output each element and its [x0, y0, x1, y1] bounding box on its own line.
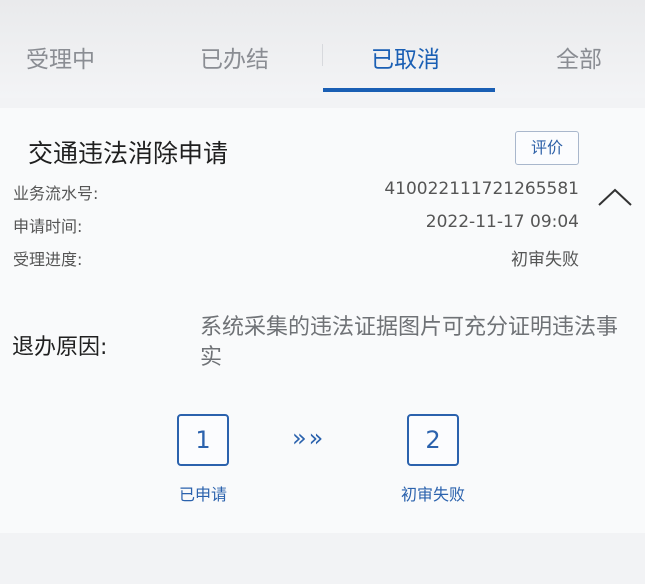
- tab-completed[interactable]: 已办结: [200, 40, 269, 74]
- tab-cancelled[interactable]: 已取消: [371, 40, 440, 74]
- serial-number-label: 业务流水号:: [13, 184, 99, 203]
- tab-bar: 受理中 已办结 已取消 全部: [0, 0, 645, 98]
- step-1-box: 1: [177, 414, 229, 466]
- step-2-box: 2: [407, 414, 459, 466]
- double-chevron-right-icon: »»: [292, 424, 326, 452]
- cancel-reason-label: 退办原因:: [12, 335, 108, 360]
- chevron-up-icon[interactable]: [597, 187, 633, 207]
- cancel-reason-text: 系统采集的违法证据图片可充分证明违法事实: [200, 315, 619, 370]
- tab-divider: [322, 44, 323, 66]
- rate-button[interactable]: 评价: [515, 131, 579, 165]
- tab-all[interactable]: 全部: [556, 40, 602, 74]
- progress-label: 受理进度:: [13, 250, 83, 269]
- progress-value: 初审失败: [511, 250, 579, 270]
- apply-time-label: 申请时间:: [13, 217, 83, 236]
- apply-time-value: 2022-11-17 09:04: [425, 212, 579, 232]
- tab-in-progress[interactable]: 受理中: [26, 40, 95, 74]
- serial-number-value: 410022111721265581: [384, 179, 579, 199]
- application-title: 交通违法消除申请: [28, 139, 229, 168]
- step-2-label: 初审失败: [400, 485, 465, 504]
- active-tab-indicator: [323, 88, 495, 92]
- step-1-label: 已申请: [178, 485, 227, 504]
